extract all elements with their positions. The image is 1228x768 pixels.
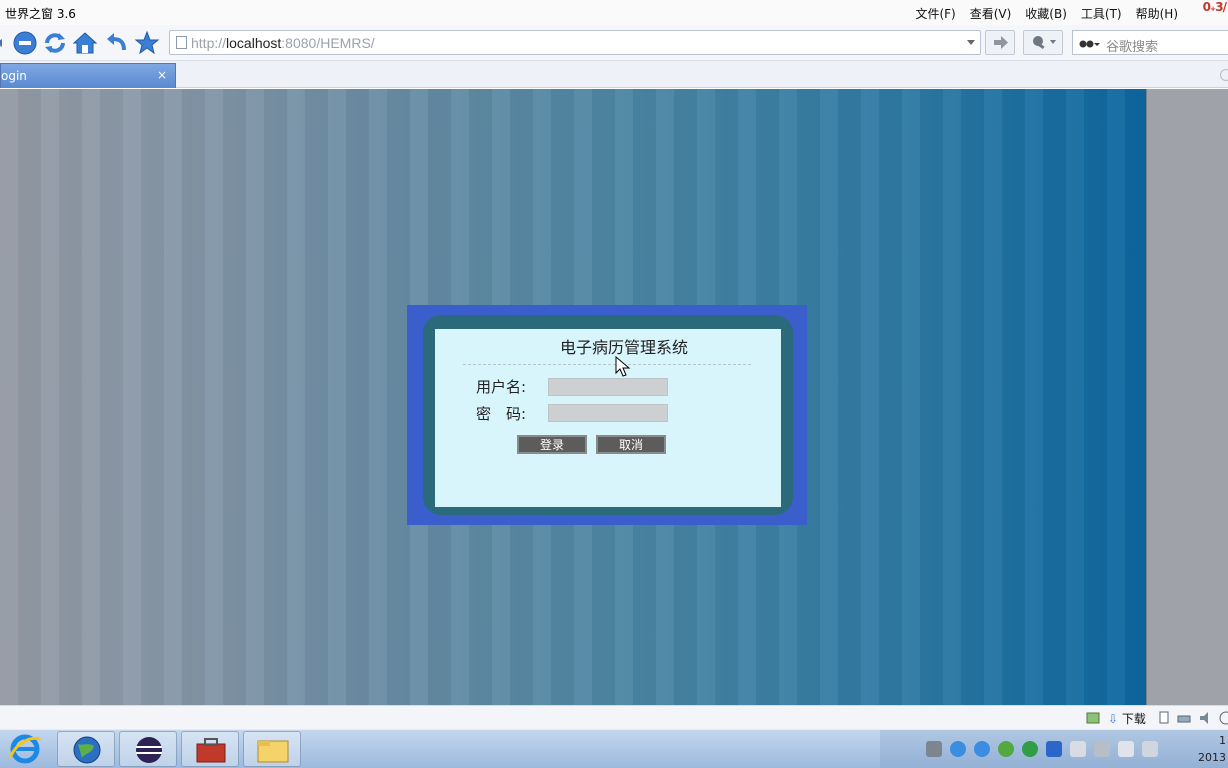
login-title: 电子病历管理系统: [559, 338, 688, 357]
address-bar[interactable]: http://localhost:8080/HEMRS/: [169, 30, 981, 55]
tray-flag-icon[interactable]: [1118, 741, 1134, 757]
menu-help[interactable]: 帮助(H): [1136, 5, 1178, 22]
undo-close-icon[interactable]: [104, 30, 130, 56]
taskbar-explorer-button[interactable]: [243, 731, 301, 767]
taskbar-eclipse-button[interactable]: [119, 731, 177, 767]
username-label: 用户名:: [476, 378, 527, 396]
address-dropdown-icon[interactable]: [967, 40, 975, 45]
globe-icon: [73, 736, 101, 764]
tray-network-icon[interactable]: [926, 741, 942, 757]
menu-tools[interactable]: 工具(T): [1081, 5, 1122, 22]
download-label[interactable]: ⇩ 下载: [1108, 710, 1146, 727]
menu-file[interactable]: 文件(F): [915, 5, 955, 22]
toolbox-icon: [196, 738, 226, 763]
refresh-icon[interactable]: [42, 30, 68, 56]
tray-volume-icon[interactable]: [1094, 741, 1110, 757]
tab-bar: ogin ×: [0, 61, 1228, 88]
status-volume-icon[interactable]: [1198, 710, 1214, 726]
status-bar: ⇩ 下载: [0, 705, 1228, 729]
download-text: 下载: [1121, 712, 1146, 726]
page-icon: [176, 36, 187, 49]
browser-title-bar: 世界之窗 3.6 文件(F) 查看(V) 收藏(B) 工具(T) 帮助(H) 0…: [0, 0, 1228, 25]
login-panel: 电子病历管理系统 用户名: 密 码: 登录 取消: [435, 329, 781, 507]
password-input[interactable]: [548, 404, 668, 422]
tray-device-icon[interactable]: [1070, 741, 1086, 757]
login-divider: [463, 364, 751, 365]
tray-update-icon[interactable]: [998, 741, 1014, 757]
menu-bar: 文件(F) 查看(V) 收藏(B) 工具(T) 帮助(H): [915, 5, 1178, 22]
search-placeholder: 谷歌搜索: [1106, 40, 1159, 55]
wrench-icon: [1033, 36, 1056, 50]
tab-login[interactable]: ogin ×: [0, 63, 176, 88]
eclipse-icon: [136, 737, 162, 763]
folder-icon: [257, 740, 289, 763]
home-icon[interactable]: [72, 30, 98, 56]
tools-button[interactable]: [1023, 30, 1063, 55]
username-input[interactable]: [548, 378, 668, 396]
search-box[interactable]: 谷歌搜索: [1072, 30, 1228, 55]
url-host: localhost: [226, 35, 282, 51]
login-button[interactable]: 登录: [517, 435, 587, 454]
stop-icon[interactable]: [12, 30, 38, 56]
page-content: 电子病历管理系统 用户名: 密 码: 登录 取消: [0, 89, 1146, 705]
tray-qq-icon[interactable]: [950, 741, 966, 757]
menu-view[interactable]: 查看(V): [970, 5, 1012, 22]
status-zoom-icon[interactable]: [1218, 710, 1228, 726]
clock-time: 1: [1219, 734, 1226, 747]
go-arrow-icon: [994, 36, 1008, 49]
tab-label: ogin: [1, 69, 27, 83]
menu-favorites[interactable]: 收藏(B): [1025, 5, 1067, 22]
tray-display-icon[interactable]: [1142, 741, 1158, 757]
password-label: 密 码:: [476, 405, 527, 423]
navigation-bar: http://localhost:8080/HEMRS/ 谷歌搜索: [0, 25, 1228, 61]
taskbar-browser-button[interactable]: [57, 731, 115, 767]
status-network-icon[interactable]: [1176, 710, 1192, 726]
tab-close-icon[interactable]: ×: [157, 68, 167, 82]
tray-sync-icon[interactable]: [1022, 741, 1038, 757]
clock-date: 2013: [1198, 751, 1226, 764]
go-button[interactable]: [985, 30, 1015, 55]
tab-bar-edge-icon: [1220, 69, 1228, 81]
status-page-icon[interactable]: [1085, 710, 1101, 726]
mouse-cursor-icon: [615, 356, 631, 377]
status-page-setup-icon[interactable]: [1156, 710, 1172, 726]
favorites-star-icon[interactable]: [134, 30, 160, 56]
window-controls-partial[interactable]: 0₊3/: [1203, 0, 1227, 14]
page-right-margin: [1146, 89, 1228, 705]
ie-start-icon[interactable]: [4, 732, 46, 766]
address-url[interactable]: http://localhost:8080/HEMRS/: [191, 35, 375, 51]
tray-shield-icon[interactable]: [1046, 741, 1062, 757]
url-prefix: http://: [191, 35, 227, 51]
app-title: 世界之窗 3.6: [5, 7, 76, 21]
login-panel-frame: 电子病历管理系统 用户名: 密 码: 登录 取消: [407, 305, 807, 525]
cancel-button[interactable]: 取消: [596, 435, 666, 454]
taskbar-toolbox-button[interactable]: [181, 731, 239, 767]
tray-messenger-icon[interactable]: [974, 741, 990, 757]
taskbar-clock[interactable]: 1 2013: [1198, 732, 1226, 766]
url-rest: :8080/HEMRS/: [281, 35, 375, 51]
taskbar: 1 2013: [0, 729, 1228, 768]
system-tray: 1 2013: [880, 730, 1228, 768]
binoculars-icon[interactable]: [1079, 36, 1101, 50]
